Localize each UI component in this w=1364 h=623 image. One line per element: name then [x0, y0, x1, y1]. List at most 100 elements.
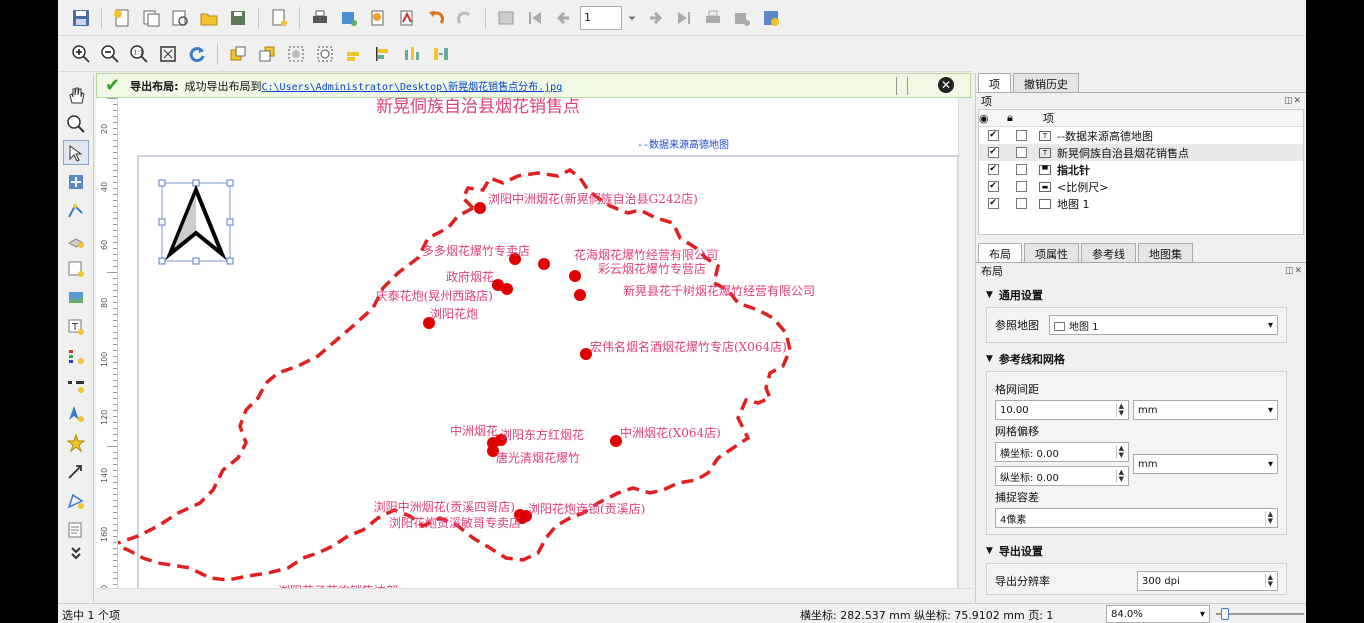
zoom-actual-icon[interactable]: 1:1 [126, 41, 152, 67]
add-label-icon[interactable]: T [63, 314, 89, 339]
duplicate-layout-icon[interactable] [138, 5, 164, 31]
item-row[interactable]: ✔ T 新晃侗族自治县烟花销售点 [979, 144, 1303, 161]
export-settings-section[interactable]: ▼ 导出设置 [986, 543, 1306, 559]
item-row[interactable]: ✔ 地图 1 [979, 195, 1303, 212]
zoom-slider-handle[interactable] [1221, 608, 1229, 620]
layout-manager-icon[interactable] [167, 5, 193, 31]
lock-items-icon[interactable] [341, 41, 367, 67]
previous-feature-icon[interactable] [551, 5, 577, 31]
add-3d-map-icon[interactable] [63, 227, 89, 252]
offset-y-input[interactable]: 纵坐标: 0.00 ▲ ▼ [995, 466, 1129, 486]
resize-icon[interactable] [428, 41, 454, 67]
tab-atlas[interactable]: 地图集 [1138, 243, 1193, 262]
zoom-combo[interactable]: 84.0% ▾ [1106, 605, 1210, 623]
add-arrow-icon[interactable] [63, 459, 89, 484]
horizontal-scrollbar[interactable] [96, 588, 973, 602]
zoom-out-icon[interactable] [97, 41, 123, 67]
north-arrow[interactable] [158, 179, 234, 265]
add-shape-icon[interactable] [63, 430, 89, 455]
add-picture-icon[interactable] [63, 285, 89, 310]
grid-spacing-input[interactable]: 10.00 ▲ ▼ [995, 400, 1129, 420]
export-svg-icon[interactable] [365, 5, 391, 31]
open-folder-icon[interactable] [196, 5, 222, 31]
snap-tolerance-input[interactable]: 4像素 ▲ ▼ [995, 508, 1278, 528]
message-scroll[interactable] [896, 77, 908, 95]
tab-undo-history[interactable]: 撤销历史 [1013, 73, 1079, 92]
vertical-ruler[interactable]: 20406080100120140160180 [96, 98, 118, 600]
layout-canvas[interactable]: 20406080100120140160180 新晃侗族自治县烟花销售点 --数… [96, 98, 973, 602]
lock-checkbox[interactable] [1015, 147, 1027, 158]
add-page-icon[interactable] [266, 5, 292, 31]
offset-unit-select[interactable]: mm ▾ [1133, 454, 1278, 474]
visibility-checkbox[interactable]: ✔ [987, 130, 999, 141]
edit-nodes-icon[interactable] [63, 198, 89, 223]
lower-item-icon[interactable] [254, 41, 280, 67]
layout-page[interactable]: 新晃侗族自治县烟花销售点 --数据来源高德地图 浏阳中洲烟花(新晃侗族自治县G2… [118, 98, 958, 588]
zoom-in-icon[interactable] [68, 41, 94, 67]
refresh-icon[interactable] [184, 41, 210, 67]
add-map-icon[interactable] [63, 256, 89, 281]
lock-checkbox[interactable] [1015, 181, 1027, 192]
visibility-checkbox[interactable]: ✔ [987, 147, 999, 158]
select-move-icon[interactable] [62, 140, 89, 165]
spinner-arrows-icon[interactable]: ▲ ▼ [1264, 511, 1273, 525]
offset-x-input[interactable]: 横坐标: 0.00 ▲ ▼ [995, 442, 1129, 462]
item-row[interactable]: ✔ ▀ 指北针 [979, 161, 1303, 178]
pan-hand-icon[interactable] [63, 82, 89, 107]
item-row[interactable]: ✔ T --数据来源高德地图 [979, 127, 1303, 144]
panel-float-close-icon[interactable]: ◫✕ [1284, 96, 1302, 106]
zoom-tool-icon[interactable] [63, 111, 89, 136]
add-html-icon[interactable] [63, 517, 89, 542]
export-path-link[interactable]: C:\Users\Administrator\Desktop\新晃烟花销售点分布… [262, 78, 563, 93]
first-feature-icon[interactable] [522, 5, 548, 31]
page-dropdown-icon[interactable] [625, 5, 639, 31]
save-template-icon[interactable] [225, 5, 251, 31]
tab-items[interactable]: 项 [978, 73, 1011, 92]
more-tools-icon[interactable] [63, 546, 89, 560]
atlas-settings-icon[interactable] [758, 5, 784, 31]
tab-item-properties[interactable]: 项属性 [1024, 243, 1079, 262]
lock-checkbox[interactable] [1015, 198, 1027, 209]
atlas-preview-icon[interactable] [493, 5, 519, 31]
map-subtitle[interactable]: --数据来源高德地图 [637, 138, 729, 151]
print-icon[interactable] [307, 5, 333, 31]
ref-map-select[interactable]: 地图 1 ▾ [1049, 315, 1278, 335]
print-atlas-icon[interactable] [700, 5, 726, 31]
visibility-checkbox[interactable]: ✔ [987, 198, 999, 209]
raise-item-icon[interactable] [225, 41, 251, 67]
add-scalebar-icon[interactable] [63, 372, 89, 397]
undo-icon[interactable] [423, 5, 449, 31]
redo-icon[interactable] [452, 5, 478, 31]
next-feature-icon[interactable] [642, 5, 668, 31]
export-atlas-icon[interactable] [729, 5, 755, 31]
last-feature-icon[interactable] [671, 5, 697, 31]
tab-layout[interactable]: 布局 [978, 243, 1022, 262]
save-icon[interactable] [68, 5, 94, 31]
tab-guides[interactable]: 参考线 [1081, 243, 1136, 262]
spinner-arrows-icon[interactable]: ▲ ▼ [1115, 445, 1124, 459]
page-number-spinbox[interactable]: 1 [580, 5, 622, 30]
add-node-item-icon[interactable] [63, 488, 89, 513]
visibility-checkbox[interactable]: ✔ [987, 181, 999, 192]
lock-checkbox[interactable] [1015, 130, 1027, 141]
map-item[interactable]: 新晃侗族自治县烟花销售点 --数据来源高德地图 浏阳中洲烟花(新晃侗族自治县G2… [118, 98, 958, 588]
spinner-arrows-icon[interactable]: ▲ ▼ [1115, 403, 1124, 417]
group-items-icon[interactable] [283, 41, 309, 67]
spinner-arrows-icon[interactable]: ▲ ▼ [1115, 469, 1124, 483]
add-north-arrow-icon[interactable] [63, 401, 89, 426]
export-image-icon[interactable] [336, 5, 362, 31]
guides-grid-section[interactable]: ▼ 参考线和网格 [986, 351, 1306, 367]
close-icon[interactable]: ✕ [938, 77, 954, 93]
zoom-full-icon[interactable] [155, 41, 181, 67]
ungroup-items-icon[interactable] [312, 41, 338, 67]
grid-unit-select[interactable]: mm ▾ [1133, 400, 1278, 420]
zoom-slider[interactable] [1216, 613, 1304, 615]
add-legend-icon[interactable] [63, 343, 89, 368]
vertical-scrollbar[interactable] [958, 98, 973, 588]
general-settings-section[interactable]: ▼ 通用设置 [986, 287, 1306, 303]
lock-checkbox[interactable] [1015, 164, 1027, 175]
distribute-icon[interactable] [399, 41, 425, 67]
visibility-checkbox[interactable]: ✔ [987, 164, 999, 175]
spinner-arrows-icon[interactable]: ▲ ▼ [1264, 574, 1273, 588]
panel-float-close-icon[interactable]: ◫✕ [1285, 266, 1303, 276]
